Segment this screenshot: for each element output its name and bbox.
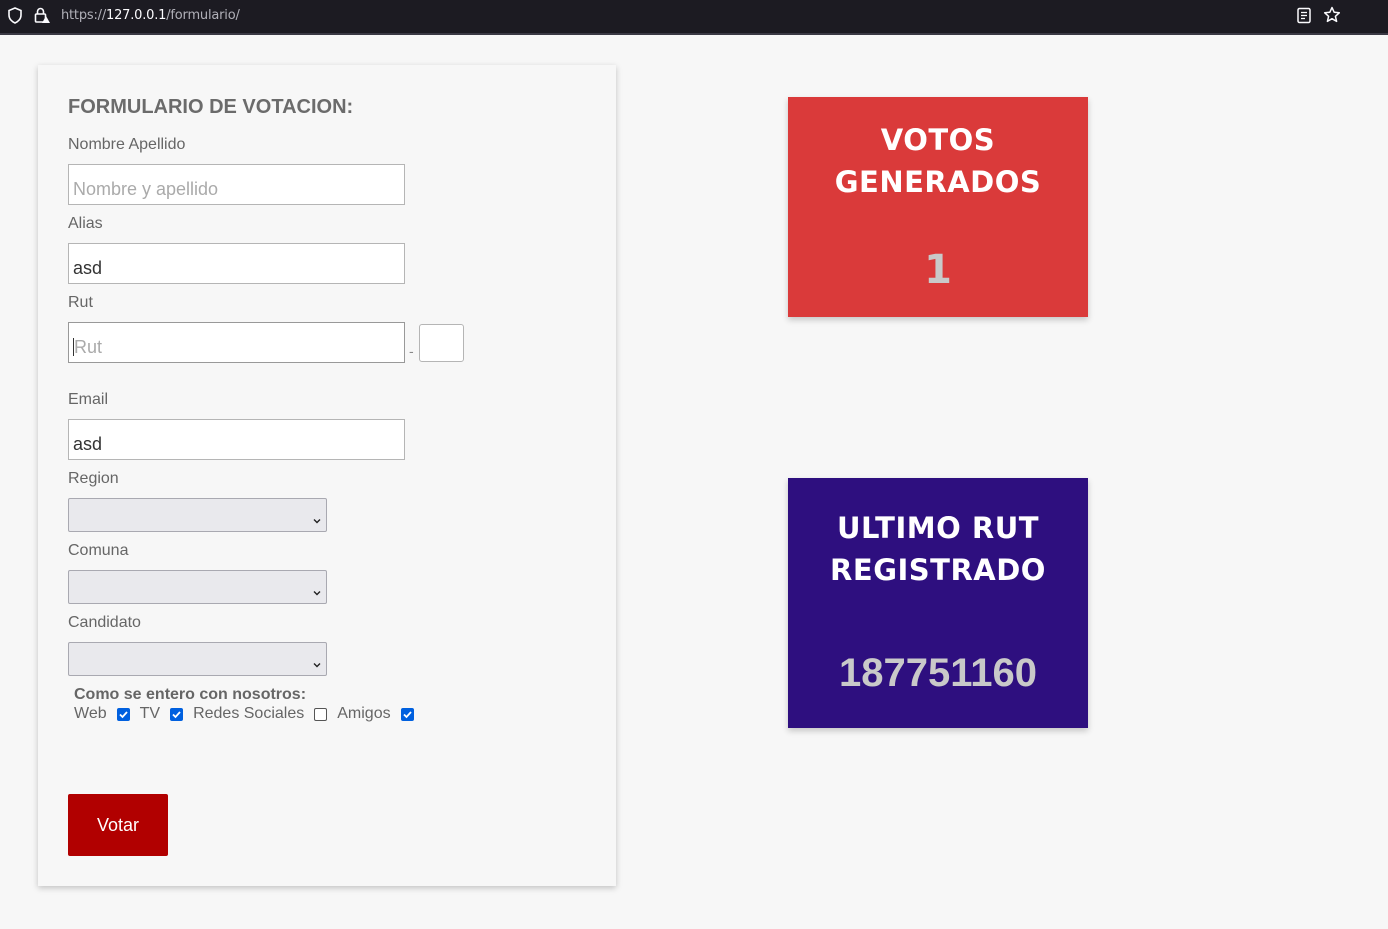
url-host: 127.0.0.1 bbox=[106, 8, 167, 23]
last-rut-box: ULTIMO RUT REGISTRADO 187751160 bbox=[788, 478, 1088, 728]
checkmark-icon bbox=[118, 710, 128, 718]
last-rut-title: ULTIMO RUT REGISTRADO bbox=[788, 507, 1088, 591]
last-rut-value: 187751160 bbox=[838, 651, 1037, 695]
chevron-down-icon bbox=[313, 519, 321, 524]
comuna-label: Comuna bbox=[68, 542, 129, 559]
email-input[interactable]: asd bbox=[68, 419, 405, 460]
shield-icon[interactable] bbox=[7, 7, 23, 24]
chevron-down-icon bbox=[313, 663, 321, 668]
option-redes-label: Redes Sociales bbox=[193, 705, 305, 722]
candidato-label: Candidato bbox=[68, 614, 141, 631]
source-options: Web TV Redes Sociales Amigos bbox=[74, 704, 424, 724]
rut-label: Rut bbox=[68, 294, 93, 311]
rut-placeholder: Rut bbox=[74, 337, 103, 357]
url-scheme: https:// bbox=[61, 8, 106, 23]
votes-generated-box: VOTOS GENERADOS 1 bbox=[788, 97, 1088, 317]
alias-input[interactable]: asd bbox=[68, 243, 405, 284]
lock-warning-icon[interactable] bbox=[33, 6, 51, 24]
comuna-select[interactable] bbox=[68, 570, 327, 604]
checkmark-icon bbox=[172, 710, 181, 718]
nombre-label: Nombre Apellido bbox=[68, 136, 186, 153]
votes-count: 1 bbox=[924, 247, 952, 293]
url-text[interactable]: https://127.0.0.1/formulario/ bbox=[61, 8, 240, 23]
last-rut-title-line2: REGISTRADO bbox=[830, 553, 1046, 587]
votar-button[interactable]: Votar bbox=[68, 794, 168, 856]
nombre-input[interactable]: Nombre y apellido bbox=[68, 164, 405, 205]
voting-form-card: FORMULARIO DE VOTACION: Nombre Apellido … bbox=[38, 65, 616, 886]
bookmark-star-icon[interactable] bbox=[1323, 6, 1341, 24]
url-bar[interactable]: https://127.0.0.1/formulario/ bbox=[0, 0, 1349, 31]
option-web-label: Web bbox=[74, 705, 107, 722]
option-amigos-checkbox[interactable] bbox=[400, 707, 414, 721]
votes-title: VOTOS GENERADOS bbox=[788, 119, 1088, 203]
rut-separator: - bbox=[409, 343, 414, 359]
last-rut-title-line1: ULTIMO RUT bbox=[836, 511, 1040, 545]
votes-title-line2: GENERADOS bbox=[834, 165, 1042, 199]
option-tv-label: TV bbox=[139, 705, 161, 722]
browser-toolbar: https://127.0.0.1/formulario/ bbox=[0, 0, 1388, 35]
option-web-checkbox[interactable] bbox=[116, 707, 130, 721]
region-label: Region bbox=[68, 470, 119, 487]
candidato-select[interactable] bbox=[68, 642, 327, 676]
url-path: /formulario/ bbox=[166, 8, 240, 23]
option-amigos-label: Amigos bbox=[337, 705, 391, 722]
option-tv-checkbox[interactable] bbox=[170, 707, 184, 721]
reader-view-icon[interactable] bbox=[1296, 7, 1312, 24]
checkmark-icon bbox=[402, 710, 412, 718]
rut-input[interactable]: Rut bbox=[68, 322, 405, 363]
email-label: Email bbox=[68, 391, 109, 408]
rut-dv-input[interactable] bbox=[419, 324, 464, 362]
alias-label: Alias bbox=[68, 215, 103, 232]
region-select[interactable] bbox=[68, 498, 327, 532]
option-redes-checkbox[interactable] bbox=[314, 707, 328, 721]
votes-title-line1: VOTOS bbox=[880, 123, 996, 157]
chevron-down-icon bbox=[313, 591, 321, 596]
form-title: FORMULARIO DE VOTACION: bbox=[68, 96, 354, 118]
source-label: Como se entero con nosotros: bbox=[74, 686, 307, 703]
